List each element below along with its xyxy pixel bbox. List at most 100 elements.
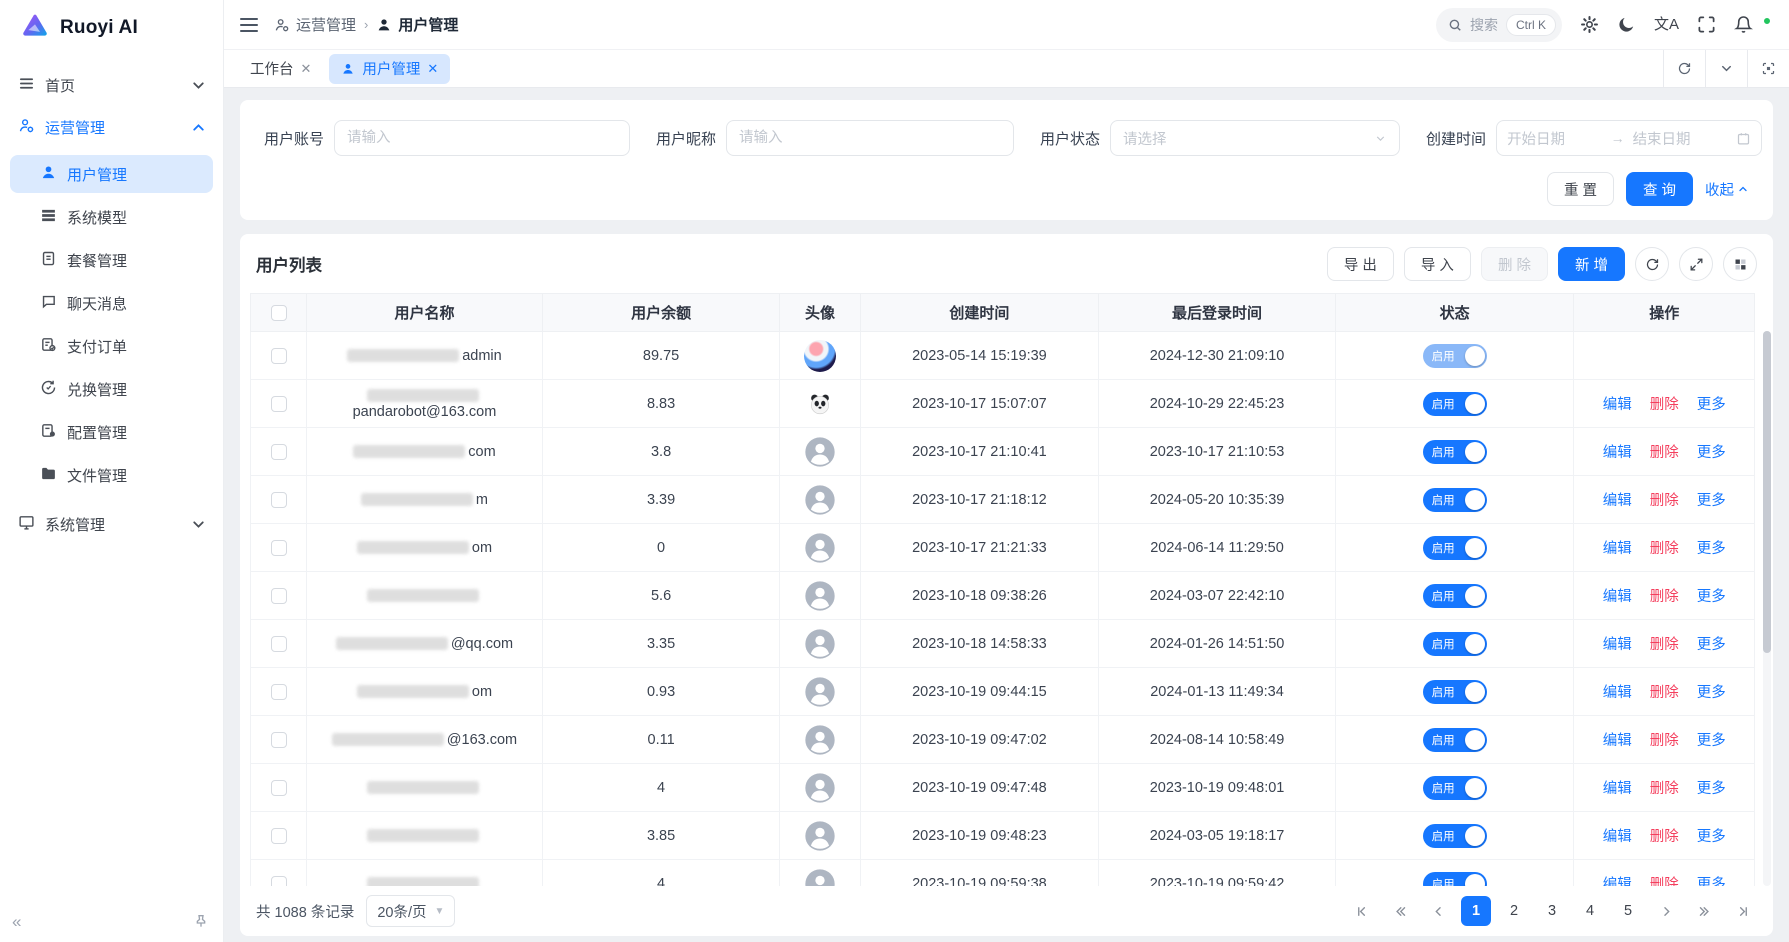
- column-header-name[interactable]: 用户名称: [307, 294, 543, 332]
- sidebar-item-system-model[interactable]: 系统模型: [10, 198, 213, 236]
- delete-link[interactable]: 删除: [1650, 493, 1679, 509]
- page-number-5[interactable]: 5: [1613, 896, 1643, 926]
- status-toggle[interactable]: 启用: [1423, 776, 1487, 800]
- tab-refresh-icon[interactable]: [1663, 50, 1705, 87]
- jump-forward-icon[interactable]: [1689, 896, 1719, 926]
- sidebar-item-home[interactable]: 首页: [0, 64, 223, 106]
- nickname-input[interactable]: [726, 120, 1014, 156]
- column-settings-icon[interactable]: [1723, 247, 1757, 281]
- end-date-input[interactable]: 结束日期: [1633, 128, 1729, 149]
- page-number-1[interactable]: 1: [1461, 896, 1491, 926]
- tab-menu-chevron-icon[interactable]: [1705, 50, 1747, 87]
- row-checkbox[interactable]: [271, 876, 287, 886]
- query-button[interactable]: 查 询: [1626, 172, 1693, 206]
- row-checkbox[interactable]: [271, 540, 287, 556]
- sidebar-item-file-management[interactable]: 文件管理: [10, 456, 213, 494]
- row-checkbox[interactable]: [271, 828, 287, 844]
- sidebar-item-exchange-management[interactable]: 兑换管理: [10, 370, 213, 408]
- delete-link[interactable]: 删除: [1650, 733, 1679, 749]
- row-checkbox[interactable]: [271, 492, 287, 508]
- more-link[interactable]: 更多: [1697, 829, 1726, 845]
- edit-link[interactable]: 编辑: [1603, 781, 1632, 797]
- row-checkbox[interactable]: [271, 780, 287, 796]
- status-toggle[interactable]: 启用: [1423, 344, 1487, 368]
- close-icon[interactable]: ✕: [427, 61, 438, 77]
- export-button[interactable]: 导 出: [1327, 247, 1394, 281]
- reset-button[interactable]: 重 置: [1547, 172, 1614, 206]
- start-date-input[interactable]: 开始日期: [1507, 128, 1603, 149]
- first-page-icon[interactable]: [1347, 896, 1377, 926]
- notifications-bell-icon[interactable]: [1734, 15, 1753, 34]
- more-link[interactable]: 更多: [1697, 733, 1726, 749]
- content-fullscreen-icon[interactable]: [1747, 50, 1789, 87]
- column-header-balance[interactable]: 用户余额: [542, 294, 780, 332]
- sidebar-item-user-management[interactable]: 用户管理: [10, 155, 213, 193]
- column-header-status[interactable]: 状态: [1335, 294, 1574, 332]
- sidebar-item-config-management[interactable]: 配置管理: [10, 413, 213, 451]
- import-button[interactable]: 导 入: [1404, 247, 1471, 281]
- row-checkbox[interactable]: [271, 396, 287, 412]
- table-refresh-icon[interactable]: [1635, 247, 1669, 281]
- more-link[interactable]: 更多: [1697, 541, 1726, 557]
- column-header-created[interactable]: 创建时间: [860, 294, 1099, 332]
- delete-link[interactable]: 删除: [1650, 589, 1679, 605]
- dark-mode-moon-icon[interactable]: [1617, 15, 1636, 34]
- sidebar-item-package-management[interactable]: 套餐管理: [10, 241, 213, 279]
- add-button[interactable]: 新 增: [1558, 247, 1625, 281]
- page-number-3[interactable]: 3: [1537, 896, 1567, 926]
- edit-link[interactable]: 编辑: [1603, 493, 1632, 509]
- status-toggle[interactable]: 启用: [1423, 872, 1487, 887]
- prev-page-icon[interactable]: [1423, 896, 1453, 926]
- language-translate-icon[interactable]: 文A: [1654, 17, 1679, 32]
- status-toggle[interactable]: 启用: [1423, 584, 1487, 608]
- more-link[interactable]: 更多: [1697, 445, 1726, 461]
- edit-link[interactable]: 编辑: [1603, 829, 1632, 845]
- delete-link[interactable]: 删除: [1650, 877, 1679, 886]
- edit-link[interactable]: 编辑: [1603, 445, 1632, 461]
- jump-back-icon[interactable]: [1385, 896, 1415, 926]
- row-checkbox[interactable]: [271, 588, 287, 604]
- account-input[interactable]: [334, 120, 630, 156]
- delete-link[interactable]: 删除: [1650, 829, 1679, 845]
- status-select[interactable]: 请选择: [1110, 120, 1400, 156]
- edit-link[interactable]: 编辑: [1603, 685, 1632, 701]
- delete-link[interactable]: 删除: [1650, 781, 1679, 797]
- status-toggle[interactable]: 启用: [1423, 536, 1487, 560]
- delete-link[interactable]: 删除: [1650, 445, 1679, 461]
- select-all-checkbox[interactable]: [271, 305, 287, 321]
- more-link[interactable]: 更多: [1697, 685, 1726, 701]
- row-checkbox[interactable]: [271, 732, 287, 748]
- scrollbar-thumb[interactable]: [1763, 331, 1771, 653]
- fullscreen-icon[interactable]: [1697, 15, 1716, 34]
- status-toggle[interactable]: 启用: [1423, 728, 1487, 752]
- edit-link[interactable]: 编辑: [1603, 637, 1632, 653]
- sidebar-item-payment-orders[interactable]: 支付订单: [10, 327, 213, 365]
- global-search[interactable]: 搜索 Ctrl K: [1436, 8, 1562, 42]
- close-icon[interactable]: ✕: [301, 61, 312, 77]
- status-toggle[interactable]: 启用: [1423, 440, 1487, 464]
- delete-link[interactable]: 删除: [1650, 685, 1679, 701]
- more-link[interactable]: 更多: [1697, 589, 1726, 605]
- sidebar-item-operations[interactable]: 运营管理: [0, 106, 223, 148]
- status-toggle[interactable]: 启用: [1423, 488, 1487, 512]
- settings-gear-icon[interactable]: [1580, 15, 1599, 34]
- next-page-icon[interactable]: [1651, 896, 1681, 926]
- delete-link[interactable]: 删除: [1650, 541, 1679, 557]
- delete-link[interactable]: 删除: [1650, 637, 1679, 653]
- delete-button[interactable]: 删 除: [1481, 247, 1548, 281]
- status-toggle[interactable]: 启用: [1423, 632, 1487, 656]
- sidebar-item-chat-messages[interactable]: 聊天消息: [10, 284, 213, 322]
- collapse-filter-link[interactable]: 收起: [1705, 179, 1749, 200]
- tab-user-management[interactable]: 用户管理 ✕: [329, 54, 450, 84]
- row-checkbox[interactable]: [271, 444, 287, 460]
- status-toggle[interactable]: 启用: [1423, 392, 1487, 416]
- row-checkbox[interactable]: [271, 348, 287, 364]
- edit-link[interactable]: 编辑: [1603, 877, 1632, 886]
- edit-link[interactable]: 编辑: [1603, 589, 1632, 605]
- last-page-icon[interactable]: [1727, 896, 1757, 926]
- breadcrumb-operations[interactable]: 运营管理: [274, 14, 356, 35]
- more-link[interactable]: 更多: [1697, 397, 1726, 413]
- more-link[interactable]: 更多: [1697, 493, 1726, 509]
- column-header-actions[interactable]: 操作: [1574, 294, 1755, 332]
- table-expand-icon[interactable]: [1679, 247, 1713, 281]
